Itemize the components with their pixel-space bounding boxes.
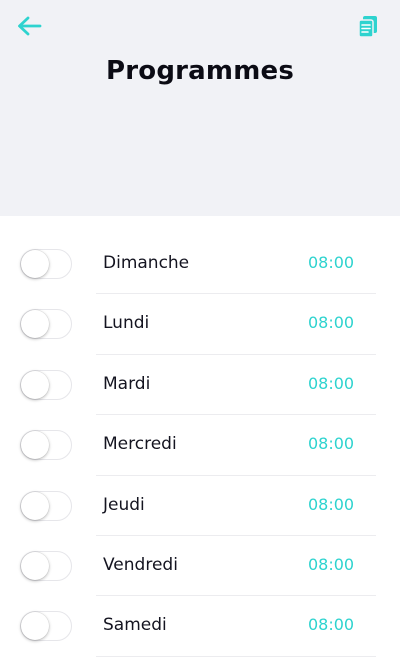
day-toggle[interactable] bbox=[20, 369, 72, 400]
time-value[interactable]: 08:00 bbox=[308, 374, 354, 393]
schedule-row-samedi: Samedi 08:00 bbox=[0, 596, 400, 657]
toggle-knob bbox=[21, 370, 49, 399]
day-label: Jeudi bbox=[103, 494, 145, 515]
day-label: Mardi bbox=[103, 373, 151, 394]
day-label: Mercredi bbox=[103, 434, 177, 455]
day-label: Dimanche bbox=[103, 253, 190, 273]
time-value[interactable]: 08:00 bbox=[308, 434, 354, 453]
day-toggle[interactable] bbox=[20, 490, 72, 521]
notes-icon bbox=[358, 16, 377, 38]
day-toggle[interactable] bbox=[20, 550, 72, 581]
schedule-row-mercredi: Mercredi 08:00 bbox=[0, 415, 400, 476]
back-button[interactable] bbox=[14, 12, 44, 40]
time-value[interactable]: 08:00 bbox=[308, 253, 354, 272]
day-toggle[interactable] bbox=[20, 309, 72, 340]
time-value[interactable]: 08:00 bbox=[308, 313, 354, 332]
schedule-row-dimanche: Dimanche 08:00 bbox=[0, 234, 400, 295]
divider bbox=[96, 655, 376, 657]
toggle-knob bbox=[21, 491, 49, 520]
time-value[interactable]: 08:00 bbox=[308, 555, 354, 574]
toggle-knob bbox=[21, 431, 49, 460]
notes-button[interactable] bbox=[354, 12, 382, 42]
day-toggle[interactable] bbox=[20, 611, 72, 642]
toggle-knob bbox=[21, 551, 49, 580]
toggle-knob bbox=[21, 612, 49, 641]
header: Programmes bbox=[0, 0, 400, 216]
day-toggle[interactable] bbox=[20, 249, 72, 279]
day-label: Samedi bbox=[103, 615, 167, 636]
app-screen: Programmes Dimanche 08:00 Lundi 08:00 Ma… bbox=[0, 0, 400, 665]
day-label: Vendredi bbox=[103, 554, 178, 575]
toggle-knob bbox=[21, 250, 49, 278]
arrow-left-icon bbox=[18, 16, 42, 36]
day-toggle[interactable] bbox=[20, 430, 72, 461]
page-title: Programmes bbox=[105, 56, 294, 86]
toggle-knob bbox=[21, 310, 49, 339]
schedule-row-mardi: Mardi 08:00 bbox=[0, 355, 400, 416]
schedule-list: Dimanche 08:00 Lundi 08:00 Mardi 08:00 M… bbox=[0, 234, 400, 657]
schedule-row-lundi: Lundi 08:00 bbox=[0, 294, 400, 355]
schedule-row-jeudi: Jeudi 08:00 bbox=[0, 476, 400, 536]
time-value[interactable]: 08:00 bbox=[308, 615, 354, 634]
schedule-row-vendredi: Vendredi 08:00 bbox=[0, 536, 400, 597]
day-label: Lundi bbox=[103, 313, 150, 334]
time-value[interactable]: 08:00 bbox=[308, 495, 354, 514]
